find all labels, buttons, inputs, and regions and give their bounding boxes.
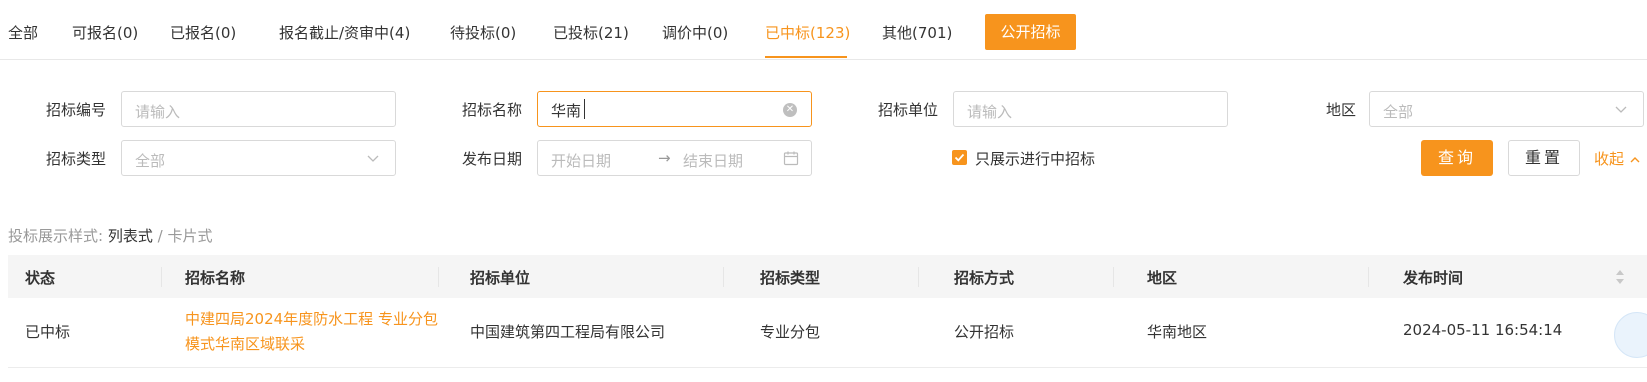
tender-type-select[interactable]: 全部 (121, 140, 396, 176)
tender-no-label: 招标编号 (46, 101, 107, 119)
table-row[interactable]: 已中标 中建四局2024年度防水工程 专业分包模式华南区域联采 中国建筑第四工程… (8, 298, 1647, 368)
tender-name-label: 招标名称 (462, 101, 523, 119)
tab-bid-submitted[interactable]: 已投标(21) (553, 22, 629, 43)
row-tender-name-link[interactable]: 中建四局2024年度防水工程 专业分包模式华南区域联采 (185, 307, 445, 357)
col-publish-time: 发布时间 (1403, 269, 1464, 287)
column-divider (723, 267, 724, 287)
view-style-list[interactable]: 列表式 (108, 227, 153, 245)
public-tender-button[interactable]: 公开招标 (985, 14, 1076, 50)
tab-price-adjust[interactable]: 调价中(0) (662, 22, 728, 43)
region-placeholder: 全部 (1383, 103, 1414, 121)
publish-date-range[interactable]: 开始日期 → 结束日期 (537, 140, 812, 176)
date-range-separator: → (658, 149, 671, 167)
view-style-card[interactable]: 卡片式 (167, 227, 212, 245)
tender-unit-label: 招标单位 (878, 101, 939, 119)
col-tender-method: 招标方式 (954, 269, 1015, 287)
calendar-icon (783, 151, 799, 166)
tender-type-placeholder: 全部 (135, 152, 166, 170)
row-tender-method: 公开招标 (954, 323, 1015, 341)
chevron-up-icon (1630, 156, 1640, 162)
text-cursor (584, 99, 585, 119)
tab-can-register[interactable]: 可报名(0) (72, 22, 138, 43)
view-style-switch: 投标展示样式: 列表式 / 卡片式 (8, 225, 213, 246)
col-region: 地区 (1147, 269, 1178, 287)
active-tab-indicator (765, 56, 847, 58)
status-tab-bar: 全部 可报名(0) 已报名(0) 报名截止/资审中(4) 待投标(0) 已投标(… (0, 0, 1647, 60)
col-status: 状态 (25, 269, 56, 287)
tab-reg-closed[interactable]: 报名截止/资审中(4) (279, 22, 410, 43)
row-status: 已中标 (25, 323, 71, 341)
column-divider (438, 267, 439, 287)
tab-won[interactable]: 已中标(123) (765, 22, 850, 43)
only-ongoing-label[interactable]: 只展示进行中招标 (975, 148, 1095, 169)
chevron-down-icon (367, 155, 379, 162)
collapse-toggle[interactable]: 收起 (1594, 148, 1641, 169)
start-date-placeholder[interactable]: 开始日期 (551, 150, 611, 171)
only-ongoing-checkbox[interactable] (952, 150, 967, 165)
tab-pending-bid[interactable]: 待投标(0) (450, 22, 516, 43)
tab-all[interactable]: 全部 (8, 22, 38, 43)
column-divider (1113, 267, 1114, 287)
collapse-label: 收起 (1594, 150, 1625, 168)
row-publish-time: 2024-05-11 16:54:14 (1403, 321, 1563, 339)
end-date-placeholder[interactable]: 结束日期 (683, 150, 743, 171)
col-tender-unit: 招标单位 (470, 269, 531, 287)
tab-other[interactable]: 其他(701) (882, 22, 952, 43)
tender-unit-input[interactable]: 请输入 (953, 91, 1228, 127)
tender-name-value: 华南 (551, 102, 582, 120)
chevron-down-icon (1615, 106, 1627, 113)
publish-date-label: 发布日期 (462, 150, 523, 168)
view-style-prefix: 投标展示样式: (8, 227, 104, 245)
column-divider (161, 267, 162, 287)
tender-type-label: 招标类型 (46, 150, 107, 168)
reset-button[interactable]: 重置 (1508, 140, 1580, 176)
region-label: 地区 (1326, 101, 1357, 119)
row-tender-unit: 中国建筑第四工程局有限公司 (470, 323, 666, 341)
column-divider (1368, 267, 1369, 287)
clear-icon[interactable]: ✕ (783, 103, 797, 117)
tender-no-input[interactable]: 请输入 (121, 91, 396, 127)
column-divider (918, 267, 919, 287)
row-tender-type: 专业分包 (760, 323, 821, 341)
tab-registered[interactable]: 已报名(0) (170, 22, 236, 43)
tender-name-input[interactable]: 华南 ✕ (537, 91, 812, 127)
tender-unit-placeholder: 请输入 (967, 103, 1013, 121)
region-select[interactable]: 全部 (1369, 91, 1644, 127)
row-region: 华南地区 (1147, 323, 1208, 341)
col-tender-type: 招标类型 (760, 269, 821, 287)
view-style-separator: / (157, 227, 163, 245)
checkmark-icon (954, 153, 965, 162)
col-tender-name: 招标名称 (185, 269, 246, 287)
sort-icon[interactable] (1615, 267, 1625, 287)
query-button[interactable]: 查询 (1421, 140, 1493, 176)
table-header: 状态 招标名称 招标单位 招标类型 招标方式 地区 发布时间 (8, 255, 1647, 298)
tender-no-placeholder: 请输入 (135, 103, 181, 121)
